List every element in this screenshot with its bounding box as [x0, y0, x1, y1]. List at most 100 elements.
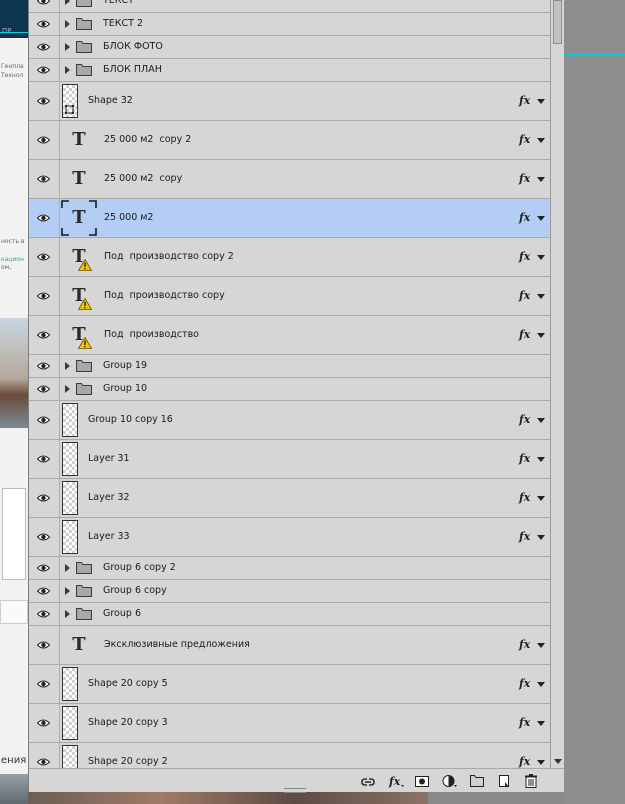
- expand-arrow-icon[interactable]: [65, 66, 70, 74]
- visibility-toggle[interactable]: [29, 518, 60, 556]
- canvas-photo: [28, 792, 428, 804]
- layer-row[interactable]: Shape 20 copy 5 fx: [29, 665, 550, 704]
- layer-row[interactable]: T Под производство copy 2 fx: [29, 238, 550, 277]
- trash-icon[interactable]: [523, 773, 539, 789]
- resize-grip[interactable]: [284, 788, 306, 793]
- layer-row[interactable]: Group 10: [29, 378, 550, 401]
- guide-line: [563, 259, 625, 260]
- eye-icon: [37, 533, 50, 541]
- new-layer-icon[interactable]: [496, 773, 512, 789]
- fx-icon: fx: [519, 452, 531, 465]
- expand-arrow-icon[interactable]: [65, 362, 70, 370]
- visibility-toggle[interactable]: [29, 277, 60, 315]
- visibility-toggle[interactable]: [29, 665, 60, 703]
- layer-row[interactable]: БЛОК ПЛАН: [29, 59, 550, 82]
- visibility-toggle[interactable]: [29, 316, 60, 354]
- visibility-toggle[interactable]: [29, 479, 60, 517]
- visibility-toggle[interactable]: [29, 0, 60, 12]
- layer-row[interactable]: T 25 000 м2 copy fx: [29, 160, 550, 199]
- layers-panel: ТЕКСТ ТЕКСТ 2 БЛОК ФОТО БЛОК ПЛАН Shape 32 fx…: [28, 0, 564, 793]
- layer-row[interactable]: Layer 31 fx: [29, 440, 550, 479]
- layer-effects-toggle[interactable]: fx: [519, 452, 545, 466]
- visibility-toggle[interactable]: [29, 440, 60, 478]
- visibility-toggle[interactable]: [29, 199, 60, 237]
- scrollbar-thumb[interactable]: [553, 0, 562, 44]
- expand-arrow-icon[interactable]: [65, 0, 70, 5]
- layer-name: Под производство copy: [104, 290, 225, 301]
- layer-row[interactable]: T Под производство fx: [29, 316, 550, 355]
- new-group-icon[interactable]: [469, 773, 485, 789]
- layer-mask-icon[interactable]: [414, 773, 430, 789]
- visibility-toggle[interactable]: [29, 36, 60, 58]
- layer-row[interactable]: T 25 000 м2 fx: [29, 199, 550, 238]
- layer-row[interactable]: Group 6 copy: [29, 580, 550, 603]
- chevron-down-icon: [537, 216, 545, 221]
- scroll-down-arrow[interactable]: [554, 759, 562, 764]
- layer-effects-toggle[interactable]: fx: [519, 289, 545, 303]
- layer-thumbnail: [62, 745, 78, 768]
- layer-row[interactable]: Group 19: [29, 355, 550, 378]
- expand-arrow-icon[interactable]: [65, 587, 70, 595]
- visibility-toggle[interactable]: [29, 401, 60, 439]
- layer-row[interactable]: T Под производство copy fx: [29, 277, 550, 316]
- chevron-down-icon: [537, 333, 545, 338]
- visibility-toggle[interactable]: [29, 238, 60, 276]
- visibility-toggle[interactable]: [29, 160, 60, 198]
- visibility-toggle[interactable]: [29, 743, 60, 768]
- visibility-toggle[interactable]: [29, 378, 60, 400]
- visibility-toggle[interactable]: [29, 557, 60, 579]
- layers-list[interactable]: ТЕКСТ ТЕКСТ 2 БЛОК ФОТО БЛОК ПЛАН Shape 32 fx…: [29, 0, 550, 768]
- layer-row[interactable]: ТЕКСТ 2: [29, 13, 550, 36]
- layer-row[interactable]: БЛОК ФОТО: [29, 36, 550, 59]
- layer-row[interactable]: Group 10 copy 16 fx: [29, 401, 550, 440]
- layer-row[interactable]: Shape 32 fx: [29, 82, 550, 121]
- guide-line: [563, 54, 625, 55]
- expand-arrow-icon[interactable]: [65, 385, 70, 393]
- fx-icon: fx: [519, 491, 531, 504]
- layer-row[interactable]: Shape 20 copy 2 fx: [29, 743, 550, 768]
- layer-effects-toggle[interactable]: fx: [519, 530, 545, 544]
- expand-arrow-icon[interactable]: [65, 20, 70, 28]
- layers-scrollbar[interactable]: [550, 0, 564, 768]
- layer-row[interactable]: ТЕКСТ: [29, 0, 550, 13]
- visibility-toggle[interactable]: [29, 59, 60, 81]
- layer-row[interactable]: Layer 32 fx: [29, 479, 550, 518]
- layer-row[interactable]: T Эксклюзивные предложения fx: [29, 626, 550, 665]
- layer-row[interactable]: T 25 000 м2 copy 2 fx: [29, 121, 550, 160]
- expand-arrow-icon[interactable]: [65, 610, 70, 618]
- expand-arrow-icon[interactable]: [65, 43, 70, 51]
- visibility-toggle[interactable]: [29, 704, 60, 742]
- layer-effects-toggle[interactable]: fx: [519, 211, 545, 225]
- layer-effects-toggle[interactable]: fx: [519, 94, 545, 108]
- visibility-toggle[interactable]: [29, 13, 60, 35]
- fx-icon[interactable]: fx: [388, 773, 404, 789]
- adjustment-layer-icon[interactable]: [441, 773, 457, 789]
- eye-icon: [37, 97, 50, 105]
- layer-row[interactable]: Group 6 copy 2: [29, 557, 550, 580]
- layer-effects-toggle[interactable]: fx: [519, 328, 545, 342]
- canvas-text: ность в: [1, 238, 25, 245]
- layer-effects-toggle[interactable]: fx: [519, 172, 545, 186]
- expand-arrow-icon[interactable]: [65, 564, 70, 572]
- layer-effects-toggle[interactable]: fx: [519, 755, 545, 768]
- visibility-toggle[interactable]: [29, 355, 60, 377]
- visibility-toggle[interactable]: [29, 121, 60, 159]
- visibility-toggle[interactable]: [29, 580, 60, 602]
- visibility-toggle[interactable]: [29, 603, 60, 625]
- layer-row[interactable]: Group 6: [29, 603, 550, 626]
- layer-effects-toggle[interactable]: fx: [519, 677, 545, 691]
- visibility-toggle[interactable]: [29, 82, 60, 120]
- fx-icon: fx: [519, 638, 531, 651]
- layer-effects-toggle[interactable]: fx: [519, 413, 545, 427]
- layer-effects-toggle[interactable]: fx: [519, 133, 545, 147]
- layer-effects-toggle[interactable]: fx: [519, 491, 545, 505]
- layer-row[interactable]: Layer 33 fx: [29, 518, 550, 557]
- layer-name: 25 000 м2 copy: [104, 173, 183, 184]
- visibility-toggle[interactable]: [29, 626, 60, 664]
- chevron-down-icon: [537, 721, 545, 726]
- layer-effects-toggle[interactable]: fx: [519, 716, 545, 730]
- layer-effects-toggle[interactable]: fx: [519, 250, 545, 264]
- link-layers-icon[interactable]: [360, 773, 376, 789]
- layer-effects-toggle[interactable]: fx: [519, 638, 545, 652]
- layer-row[interactable]: Shape 20 copy 3 fx: [29, 704, 550, 743]
